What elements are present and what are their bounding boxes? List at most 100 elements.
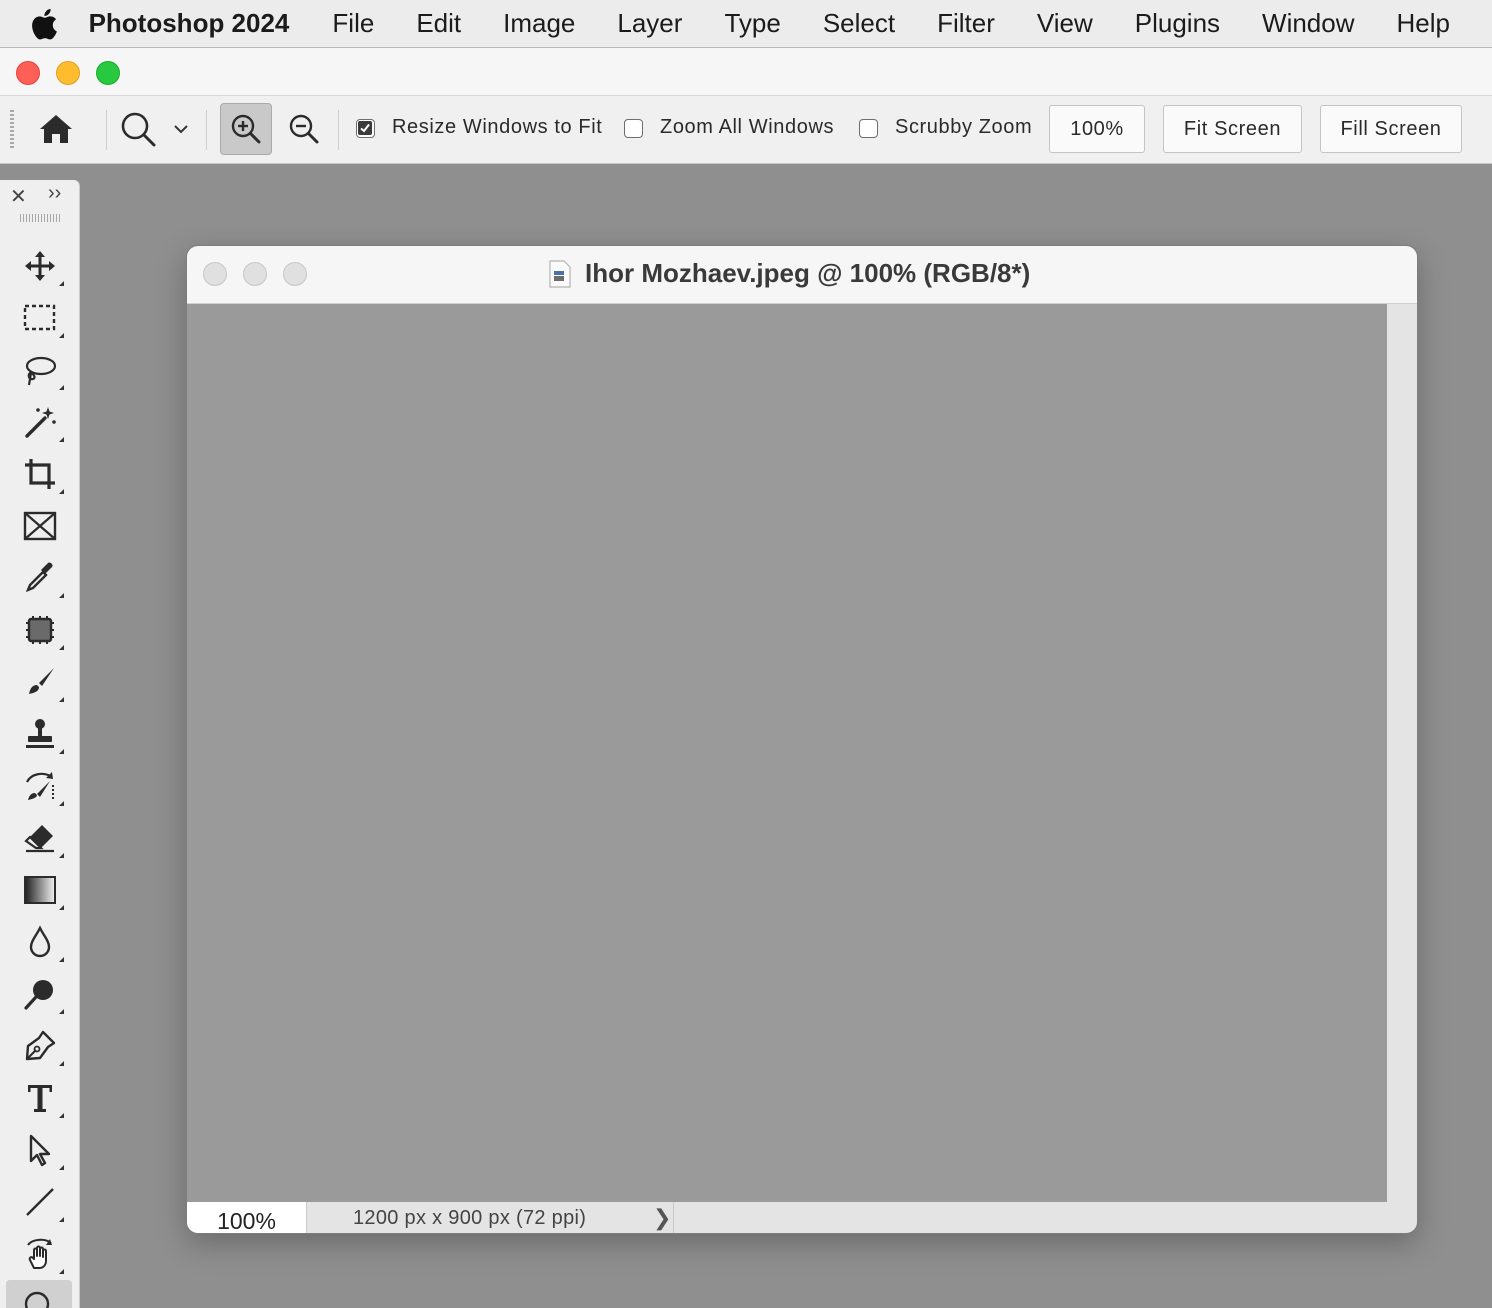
line-tool-button[interactable] <box>14 1180 66 1224</box>
crop-tool-button[interactable] <box>14 452 66 496</box>
submenu-indicator <box>59 801 64 806</box>
home-icon[interactable] <box>38 112 74 151</box>
zoom-level-field[interactable]: 100% <box>187 1202 307 1233</box>
brush-tool-button[interactable] <box>14 660 66 704</box>
document-canvas[interactable] <box>187 304 1387 1202</box>
resize-windows-checkbox[interactable] <box>356 119 375 138</box>
zoom-all-windows-checkbox[interactable] <box>624 119 643 138</box>
submenu-indicator <box>59 1061 64 1066</box>
blur-tool-button[interactable] <box>14 920 66 964</box>
submenu-indicator <box>59 385 64 390</box>
lasso-icon <box>25 356 57 386</box>
menu-image[interactable]: Image <box>503 8 575 39</box>
menu-type[interactable]: Type <box>724 8 780 39</box>
hand-tool-button[interactable] <box>14 1232 66 1276</box>
crop-icon <box>25 459 55 489</box>
blur-drop-icon <box>29 925 51 958</box>
zoom-tool-button[interactable] <box>6 1280 72 1308</box>
document-status-bar: 100% 1200 px x 900 px (72 ppi) ❯ <box>187 1202 1417 1233</box>
chevron-right-icon[interactable]: ❯ <box>653 1205 671 1231</box>
eyedropper-tool-button[interactable] <box>14 556 66 600</box>
zoom-tool-preset-icon[interactable] <box>118 110 158 155</box>
path-selection-arrow-icon <box>29 1134 51 1167</box>
doc-minimize-button[interactable] <box>243 262 267 286</box>
app-window-titlebar <box>0 48 1492 96</box>
move-tool-button[interactable] <box>14 244 66 288</box>
rectangular-marquee-icon <box>23 304 56 331</box>
apple-menu-icon[interactable] <box>0 0 89 47</box>
menu-layer[interactable]: Layer <box>617 8 682 39</box>
chevron-down-icon[interactable] <box>172 122 190 140</box>
zoom-100-button[interactable]: 100% <box>1049 105 1145 153</box>
type-tool-button[interactable] <box>14 1076 66 1120</box>
close-panel-icon[interactable]: ✕ <box>10 184 27 209</box>
pen-tool-button[interactable] <box>14 1024 66 1068</box>
document-title: Ihor Mozhaev.jpeg @ 100% (RGB/8*) <box>585 258 1031 288</box>
document-window: Ihor Mozhaev.jpeg @ 100% (RGB/8*) 100% 1… <box>186 245 1418 1234</box>
zoom-tool-icon <box>24 1291 50 1308</box>
submenu-indicator <box>59 957 64 962</box>
path-selection-tool-button[interactable] <box>14 1128 66 1172</box>
submenu-indicator <box>59 853 64 858</box>
menu-view[interactable]: View <box>1037 8 1093 39</box>
history-brush-icon <box>26 772 54 800</box>
window-close-button[interactable] <box>16 61 40 85</box>
resize-windows-label[interactable]: Resize Windows to Fit <box>392 116 602 139</box>
app-name-menu[interactable]: Photoshop 2024 <box>89 8 290 39</box>
options-bar: Resize Windows to Fit Zoom All Windows S… <box>0 96 1492 164</box>
submenu-indicator <box>59 1269 64 1274</box>
fit-screen-button[interactable]: Fit Screen <box>1163 105 1302 153</box>
frame-tool-button[interactable] <box>14 504 66 548</box>
move-icon <box>25 251 55 281</box>
zoom-in-button[interactable] <box>220 103 272 155</box>
zoom-all-windows-label[interactable]: Zoom All Windows <box>660 116 834 139</box>
expand-panel-icon[interactable]: ›› <box>48 182 61 205</box>
submenu-indicator <box>59 749 64 754</box>
lasso-tool-button[interactable] <box>14 348 66 392</box>
menu-help[interactable]: Help <box>1397 8 1450 39</box>
fill-screen-button[interactable]: Fill Screen <box>1320 105 1462 153</box>
menu-edit[interactable]: Edit <box>416 8 461 39</box>
marquee-tool-button[interactable] <box>14 296 66 340</box>
gradient-tool-button[interactable] <box>14 868 66 912</box>
panel-grip[interactable] <box>20 214 60 222</box>
options-separator <box>206 110 207 150</box>
submenu-indicator <box>59 697 64 702</box>
document-title-group: Ihor Mozhaev.jpeg @ 100% (RGB/8*) <box>547 258 1030 289</box>
magic-wand-tool-button[interactable] <box>14 400 66 444</box>
submenu-indicator <box>59 437 64 442</box>
scrubby-zoom-checkbox[interactable] <box>859 119 878 138</box>
window-minimize-button[interactable] <box>56 61 80 85</box>
menu-plugins[interactable]: Plugins <box>1135 8 1220 39</box>
menu-filter[interactable]: Filter <box>937 8 995 39</box>
hand-icon <box>27 1238 52 1269</box>
submenu-indicator <box>59 333 64 338</box>
menu-window[interactable]: Window <box>1262 8 1354 39</box>
document-info-text: 1200 px x 900 px (72 ppi) <box>353 1207 587 1229</box>
submenu-indicator <box>59 593 64 598</box>
dodge-tool-button[interactable] <box>14 972 66 1016</box>
doc-maximize-button[interactable] <box>283 262 307 286</box>
window-maximize-button[interactable] <box>96 61 120 85</box>
clone-stamp-tool-button[interactable] <box>14 712 66 756</box>
patch-tool-button[interactable] <box>14 608 66 652</box>
menu-file[interactable]: File <box>332 8 374 39</box>
type-icon <box>28 1085 52 1112</box>
eyedropper-icon <box>25 562 53 593</box>
options-bar-grip[interactable] <box>10 110 14 150</box>
history-brush-tool-button[interactable] <box>14 764 66 808</box>
submenu-indicator <box>59 1217 64 1222</box>
line-icon <box>26 1188 54 1216</box>
scrubby-zoom-label[interactable]: Scrubby Zoom <box>895 116 1032 139</box>
document-titlebar[interactable]: Ihor Mozhaev.jpeg @ 100% (RGB/8*) <box>187 246 1417 304</box>
eraser-tool-button[interactable] <box>14 816 66 860</box>
eraser-icon <box>24 825 54 853</box>
frame-icon <box>23 511 57 541</box>
menu-select[interactable]: Select <box>823 8 895 39</box>
zoom-out-icon[interactable] <box>288 113 320 150</box>
doc-close-button[interactable] <box>203 262 227 286</box>
jpeg-file-icon <box>549 259 571 288</box>
patch-icon <box>26 616 54 644</box>
menu-bar: Photoshop 2024 File Edit Image Layer Typ… <box>0 0 1492 48</box>
vertical-scrollbar[interactable] <box>1387 304 1417 1202</box>
